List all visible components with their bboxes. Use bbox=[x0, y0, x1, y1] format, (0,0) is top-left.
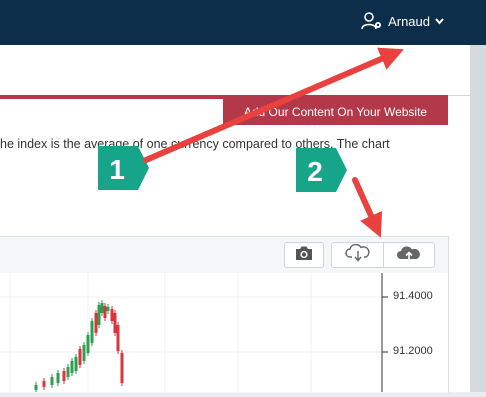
annotation-arrows bbox=[143, 47, 404, 238]
arrow-to-upload-button bbox=[352, 177, 383, 238]
arrow-to-user-menu bbox=[143, 47, 404, 163]
